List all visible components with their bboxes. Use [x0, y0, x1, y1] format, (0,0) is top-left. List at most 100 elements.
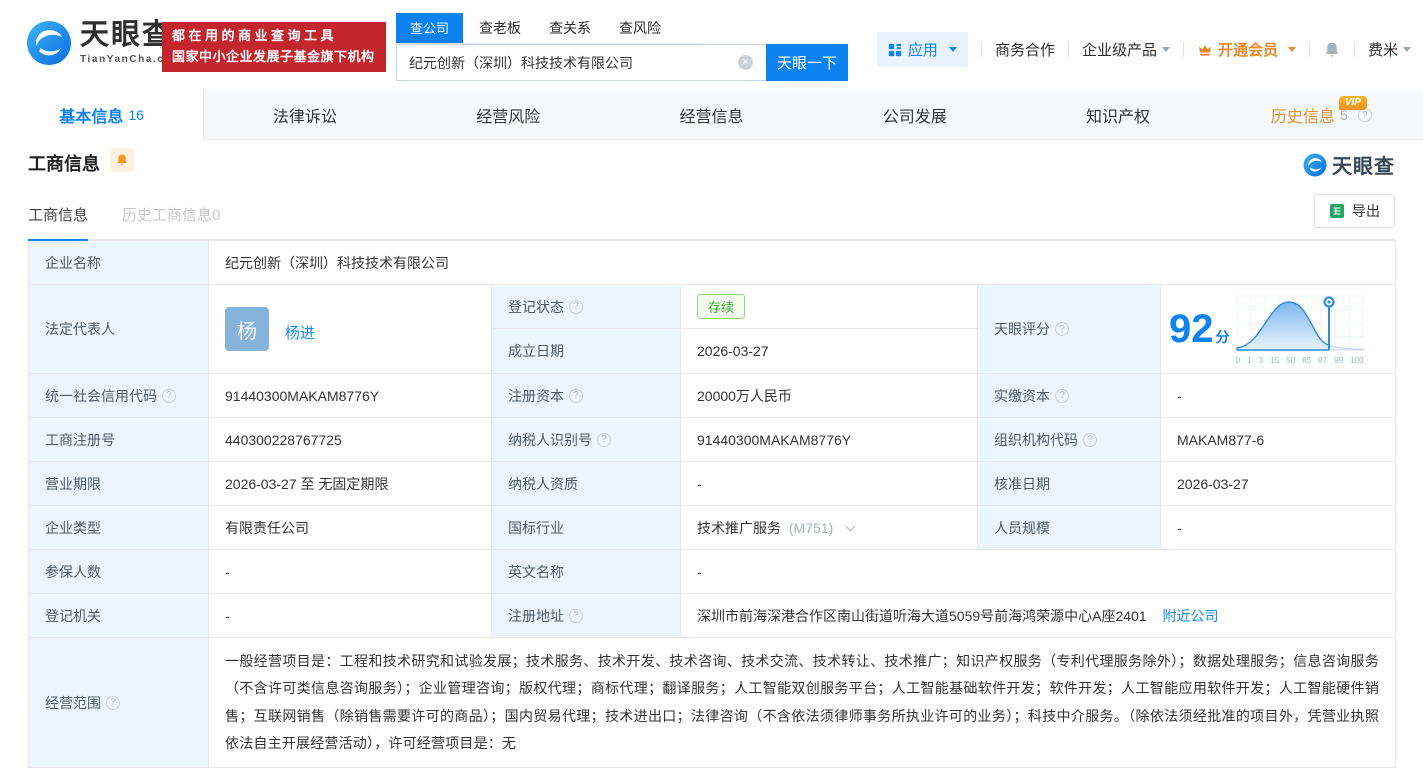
section-title: 工商信息 [28, 154, 100, 174]
user-menu[interactable]: 费米 [1368, 39, 1411, 60]
main-content: 工商信息 天眼查 工商信息 历史工商信息0 导出 企业名称 纪元创新（深圳）科技… [0, 140, 1423, 768]
tab-legal-proceedings[interactable]: 法律诉讼 [203, 90, 406, 140]
field-label: 企业类型 [28, 505, 209, 550]
site-logo[interactable]: 天眼查 TianYanCha.com [26, 20, 183, 66]
search-tab-boss[interactable]: 查老板 [467, 14, 533, 43]
legal-rep-link[interactable]: 杨进 [285, 325, 315, 342]
menu-open-membership[interactable]: 开通会员 [1197, 39, 1296, 60]
search-tab-company[interactable]: 查公司 [396, 13, 464, 43]
search-tab-relation[interactable]: 查关系 [537, 14, 603, 43]
section-head: 工商信息 天眼查 [0, 140, 1423, 192]
menu-divider [1182, 42, 1184, 57]
excel-icon [1330, 204, 1344, 218]
search-tabs: 查公司 查老板 查关系 查风险 [396, 13, 704, 44]
table-row: 统一社会信用代码 91440300MAKAM8776Y 注册资本 20000万人… [28, 373, 1397, 418]
export-button[interactable]: 导出 [1314, 194, 1395, 228]
help-icon[interactable] [162, 388, 176, 403]
chevron-down-icon[interactable] [845, 521, 856, 531]
chevron-down-icon [1403, 47, 1411, 52]
field-label: 经营范围 [28, 636, 209, 768]
tab-intellectual-property[interactable]: 知识产权 [1016, 90, 1219, 140]
search-tab-risk[interactable]: 查风险 [607, 14, 673, 43]
table-row: 法定代表人 杨 杨进 登记状态 存续 成 [28, 284, 1397, 374]
chevron-down-icon [1161, 47, 1170, 52]
org-code-value: MAKAM877-6 [1159, 417, 1397, 462]
field-label: 注册地址 [491, 593, 681, 638]
company-nav-tabs: 基本信息 16 法律诉讼 经营风险 经营信息 公司发展 知识产权 历史信息 5 … [0, 90, 1423, 140]
help-icon[interactable] [1083, 432, 1097, 447]
credit-code-value: 91440300MAKAM8776Y [208, 373, 492, 418]
score-distribution-chart: 01 3 15 50 85 97 99 100 [1236, 294, 1364, 365]
field-label: 成立日期 [492, 329, 681, 373]
field-label: 企业名称 [28, 240, 209, 285]
help-icon[interactable] [569, 388, 583, 403]
english-name-value: - [679, 549, 1397, 594]
clear-search-icon[interactable] [738, 55, 753, 70]
tab-company-development[interactable]: 公司发展 [813, 90, 1016, 140]
field-label: 工商注册号 [28, 417, 209, 462]
business-term-value: 2026-03-27 至 无固定期限 [208, 461, 492, 506]
grid-icon [888, 43, 902, 56]
apps-menu[interactable]: 应用 [876, 32, 968, 67]
menu-divider [1067, 42, 1069, 57]
search-area: 查公司 查老板 查关系 查风险 天眼一下 [396, 13, 848, 81]
tab-operating-risk[interactable]: 经营风险 [407, 90, 610, 140]
search-box: 天眼一下 [396, 44, 848, 81]
subtabs: 工商信息 历史工商信息0 [28, 204, 220, 241]
table-row: 登记机关 - 注册地址 深圳市前海深港合作区南山街道听海大道5059号前海鸿荣源… [28, 593, 1397, 638]
field-label: 人员规模 [977, 505, 1161, 550]
industry-value: 技术推广服务 (M751) [680, 505, 978, 550]
table-row: 企业类型 有限责任公司 国标行业 技术推广服务 (M751) 人员规模 - [28, 505, 1397, 550]
table-row: 企业名称 纪元创新（深圳）科技技术有限公司 [28, 240, 1397, 285]
tianyancha-company-page: 天眼查 TianYanCha.com 都在用的商业查询工具 国家中小企业发展子基… [0, 0, 1423, 768]
help-icon[interactable] [106, 695, 120, 710]
menu-business-cooperation[interactable]: 商务合作 [995, 39, 1055, 60]
monitor-bell-icon[interactable] [110, 148, 134, 172]
score-axis: 01 3 15 50 85 97 99 100 [1235, 355, 1364, 365]
search-button[interactable]: 天眼一下 [766, 44, 848, 81]
score-value: 92 分 [1169, 307, 1230, 351]
avatar[interactable]: 杨 [225, 307, 269, 351]
establish-date-value: 2026-03-27 [697, 342, 769, 359]
help-icon[interactable] [569, 608, 583, 623]
business-scope-value: 一般经营项目是：工程和技术研究和试验发展；技术服务、技术开发、技术咨询、技术交流… [207, 636, 1397, 768]
brand-slogan-banner: 都在用的商业查询工具 国家中小企业发展子基金旗下机构 [162, 22, 386, 72]
help-icon[interactable] [1357, 108, 1372, 122]
field-label: 登记机关 [28, 593, 209, 638]
insured-count-value: - [208, 549, 492, 594]
tianyancha-watermark: 天眼查 [1303, 150, 1395, 179]
field-label: 登记状态 [492, 285, 681, 329]
menu-divider [980, 42, 982, 57]
menu-enterprise-products[interactable]: 企业级产品 [1082, 39, 1170, 60]
nearby-companies-link[interactable]: 附近公司 [1163, 608, 1219, 624]
tianyancha-logo-icon [26, 20, 72, 66]
help-icon[interactable] [597, 432, 611, 447]
tab-basic-info[interactable]: 基本信息 16 [0, 90, 204, 140]
username: 费米 [1367, 42, 1398, 59]
site-header: 天眼查 TianYanCha.com 都在用的商业查询工具 国家中小企业发展子基… [0, 0, 1423, 90]
field-label: 天眼评分 [977, 284, 1161, 374]
help-icon[interactable] [569, 299, 583, 314]
notification-bell-icon[interactable] [1323, 41, 1341, 59]
vip-badge: VIP [1338, 96, 1367, 110]
staff-size-value: - [1159, 505, 1397, 550]
search-input[interactable] [396, 44, 766, 81]
menu-divider [1353, 42, 1355, 57]
subtab-history-business-info[interactable]: 历史工商信息0 [122, 204, 220, 241]
tab-operating-info[interactable]: 经营信息 [610, 90, 813, 140]
help-icon[interactable] [1055, 322, 1069, 336]
status-badge: 存续 [697, 294, 746, 320]
subtab-business-info[interactable]: 工商信息 [28, 204, 89, 241]
legal-rep-cell: 杨 杨进 [208, 284, 492, 374]
taxpayer-quality-value: - [680, 461, 978, 506]
reg-authority-value: - [208, 593, 492, 638]
slogan-line1: 都在用的商业查询工具 [172, 28, 338, 44]
field-label: 英文名称 [491, 549, 681, 594]
tab-history-info[interactable]: 历史信息 5 VIP [1220, 90, 1423, 140]
reg-number-value: 440300228767725 [208, 417, 492, 462]
help-icon[interactable] [1055, 388, 1069, 403]
field-label: 统一社会信用代码 [28, 373, 209, 418]
status-date-cell: 登记状态 存续 成立日期 2026-03-27 [491, 284, 978, 374]
company-type-value: 有限责任公司 [208, 505, 492, 550]
field-label: 实缴资本 [977, 373, 1161, 418]
